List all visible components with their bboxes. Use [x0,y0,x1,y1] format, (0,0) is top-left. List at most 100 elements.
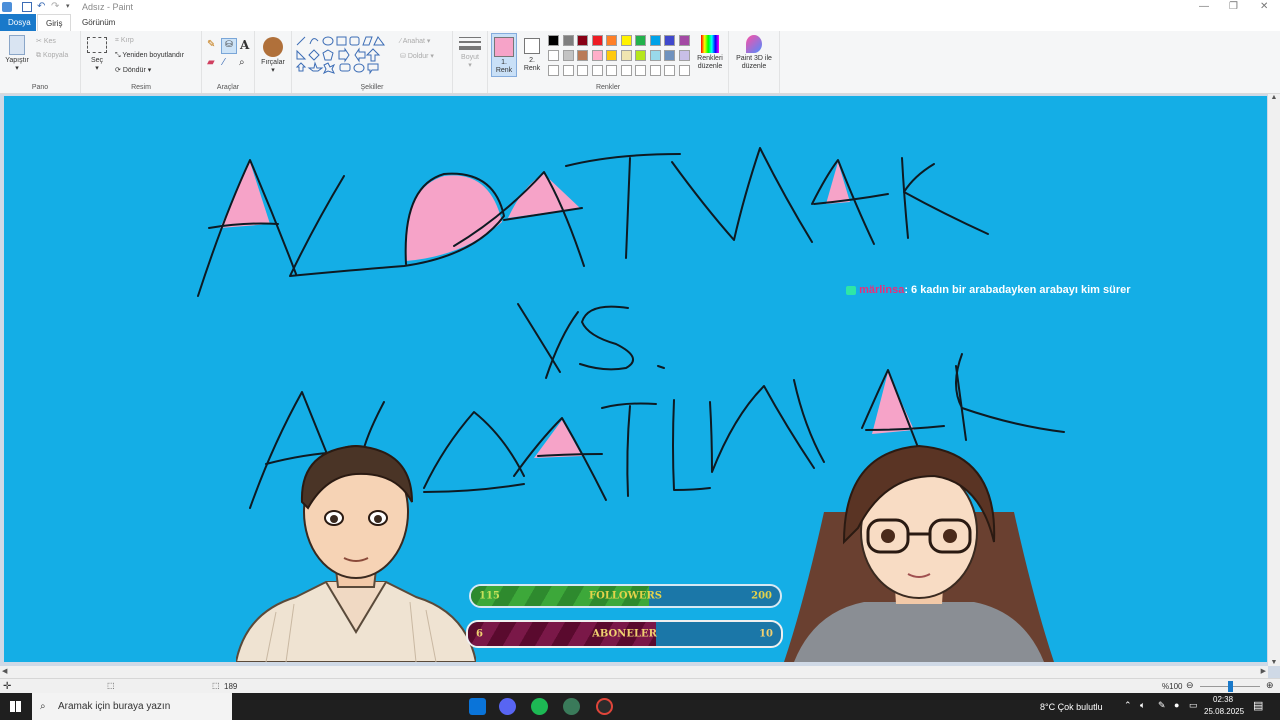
customize-quick-access-icon[interactable]: ▾ [66,2,76,12]
minimize-icon[interactable]: — [1199,1,1209,12]
redo-icon[interactable]: ↷ [51,2,61,12]
scroll-left-icon[interactable]: ◀ [2,667,7,675]
palette-swatch[interactable] [620,35,632,46]
clipboard-group: Yapıştır ▾ ✂ Kes ⧉ Kopyala Pano [0,31,81,93]
crop-button[interactable]: ⌗ Kırp [115,37,134,45]
outline-label: Anahat [402,38,425,45]
fill-shape-button[interactable]: ⛁ Doldur ▾ [400,52,434,60]
drawing-canvas[interactable]: märlinsa: 6 kadın bir arabadayken arabay… [4,96,1267,662]
resize-button[interactable]: ⤡ Yeniden boyutlandır [115,52,184,60]
cut-button[interactable]: ✂ Kes [36,37,56,45]
custom-color-swatch[interactable] [620,65,632,76]
select-button[interactable]: Seç ▾ [85,37,109,73]
palette-swatch[interactable] [606,50,617,61]
palette-swatch[interactable] [548,35,559,46]
scroll-down-icon[interactable]: ▼ [1268,659,1280,666]
paste-label: Yapıştır [5,57,29,64]
palette-swatch[interactable] [562,50,574,61]
custom-color-swatch[interactable] [649,65,661,76]
outline-button[interactable]: ⁄ Anahat ▾ [400,37,430,45]
palette-swatch[interactable] [678,35,690,46]
custom-color-swatch[interactable] [548,65,559,76]
palette-swatch[interactable] [649,50,661,61]
edit-colors-button[interactable]: Renkleri düzenle [693,35,727,71]
custom-color-swatch[interactable] [678,65,690,76]
palette-swatch[interactable] [635,35,646,46]
custom-color-swatch[interactable] [562,65,574,76]
microphone-icon[interactable]: ● [1174,700,1179,710]
palette-swatch[interactable] [591,35,603,46]
brushes-button[interactable]: Fırçalar ▾ [257,37,289,75]
start-icon[interactable] [10,701,21,712]
palette-swatch[interactable] [635,50,646,61]
custom-color-swatch[interactable] [591,65,603,76]
paste-button[interactable]: Yapıştır ▾ [2,35,32,73]
custom-color-swatch[interactable] [664,65,675,76]
palette-swatch[interactable] [562,35,574,46]
palette-swatch[interactable] [620,50,632,61]
scroll-right-icon[interactable]: ▶ [1261,667,1266,675]
palette-swatch[interactable] [678,50,690,61]
clock-date[interactable]: 25.08.2025 [1204,707,1244,716]
eraser-icon[interactable]: ▰ [207,57,215,68]
network-icon[interactable]: ▭ [1189,700,1198,711]
palette-swatch[interactable] [664,35,675,46]
color-picker-icon[interactable]: ⁄ [223,57,225,68]
paint3d-button[interactable]: Paint 3D ile düzenle [731,35,777,71]
app-icon[interactable] [563,698,580,715]
vertical-scrollbar[interactable]: ▲ ▼ [1268,94,1280,666]
close-icon[interactable]: ✕ [1260,1,1268,12]
rotate-button[interactable]: ⟳ Döndür ▾ [115,66,151,74]
taskbar-search[interactable]: ⌕ Aramak için buraya yazın [32,693,232,720]
clipboard-group-label: Pano [31,84,49,91]
custom-color-swatch[interactable] [577,65,588,76]
cut-label: Kes [43,38,56,45]
text-icon[interactable]: A [240,38,249,52]
brush-icon [263,37,283,57]
palette-swatch[interactable] [649,35,661,46]
custom-color-swatch[interactable] [606,65,617,76]
size-button[interactable]: Boyut ▾ [457,37,483,70]
palette-swatch[interactable] [548,50,559,61]
zoom-slider-thumb[interactable] [1228,681,1233,692]
spotify-icon[interactable] [531,698,548,715]
zoom-out-icon[interactable]: ⊖ [1186,680,1194,691]
followers-goal: 200 [751,590,772,602]
zoom-in-icon[interactable]: ⊕ [1266,680,1274,691]
shapes-group-label: Şekiller [360,84,384,91]
scroll-up-icon[interactable]: ▲ [1268,94,1280,101]
restore-icon[interactable]: ❐ [1229,1,1238,12]
notifications-icon[interactable]: ▤ [1253,699,1263,712]
custom-color-swatch[interactable] [635,65,646,76]
tab-view[interactable]: Görünüm [74,14,123,31]
select-icon [87,37,107,53]
copy-button[interactable]: ⧉ Kopyala [36,52,68,60]
pencil-icon[interactable]: ✎ [207,39,215,50]
horizontal-scrollbar[interactable]: ◀ ▶ [0,666,1268,678]
drawing-strokes [197,147,1065,509]
mail-app-icon[interactable] [469,698,486,715]
color2-label: 2. Renk [523,57,541,72]
obs-icon[interactable] [596,698,613,715]
fill-icon[interactable]: ⛁ [221,38,237,54]
clock-time[interactable]: 02:38 [1213,695,1233,704]
tab-home[interactable]: Giriş [37,14,72,32]
speaker-icon[interactable]: 🔈︎ [1140,700,1145,711]
save-icon[interactable] [22,2,32,12]
magnifier-icon[interactable]: ⌕ [239,57,245,68]
palette-swatch[interactable] [606,35,617,46]
palette-swatch[interactable] [591,50,603,61]
discord-icon[interactable] [499,698,516,715]
weather[interactable]: 8°C Çok bulutlu [1040,702,1103,712]
pen-icon[interactable]: ✎ [1158,700,1166,711]
tray-expand-icon[interactable]: ⌃ [1124,700,1132,711]
color1-button[interactable]: 1. Renk [491,33,517,77]
paint-app-icon [2,2,12,12]
undo-icon[interactable]: ↶ [37,2,47,12]
palette-swatch[interactable] [577,35,588,46]
palette-swatch[interactable] [664,50,675,61]
shapes-gallery[interactable] [295,35,395,75]
color2-button[interactable]: 2. Renk [520,36,544,73]
tab-file[interactable]: Dosya [0,14,36,31]
palette-swatch[interactable] [577,50,588,61]
